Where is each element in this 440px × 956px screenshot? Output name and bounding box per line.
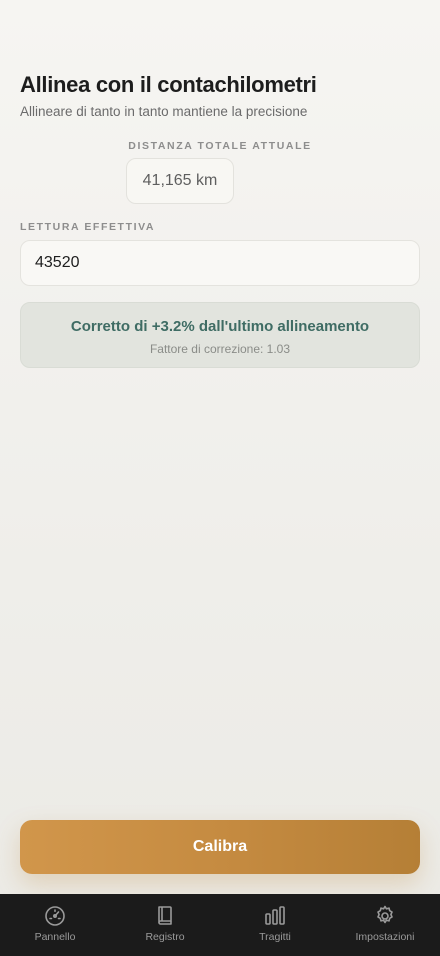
tab-bar: Pannello Registro Tragitti Impostazioni	[0, 894, 440, 956]
correction-info-card: Corretto di +3.2% dall'ultimo allineamen…	[20, 302, 420, 368]
current-distance-label: DISTANZA TOTALE ATTUALE	[128, 140, 312, 152]
calibrate-button[interactable]: Calibra	[20, 820, 420, 874]
correction-factor: Fattore di correzione: 1.03	[149, 342, 291, 356]
tab-label: Tragitti	[259, 931, 291, 943]
correction-message: Corretto di +3.2% dall'ultimo allineamen…	[70, 318, 370, 335]
speedometer-icon	[45, 906, 65, 926]
bar-chart-icon	[265, 906, 285, 925]
tab-impostazioni[interactable]: Impostazioni	[330, 894, 440, 956]
tab-label: Impostazioni	[355, 931, 415, 943]
calibration-screen: Allinea con il contachilometri Allineare…	[0, 0, 440, 956]
tab-label: Pannello	[34, 931, 76, 943]
page-title: Allinea con il contachilometri	[20, 72, 317, 97]
actual-reading-input[interactable]	[20, 240, 420, 286]
actual-reading-label: LETTURA EFFETTIVA	[20, 221, 156, 233]
tab-label: Registro	[145, 931, 185, 943]
gear-icon	[377, 905, 393, 924]
tab-pannello[interactable]: Pannello	[0, 894, 110, 956]
current-distance-value: 41,165 km	[126, 158, 234, 204]
tab-tragitti[interactable]: Tragitti	[220, 894, 330, 956]
book-icon	[158, 906, 172, 925]
page-subtitle: Allineare di tanto in tanto mantiene la …	[20, 104, 308, 119]
tab-registro[interactable]: Registro	[110, 894, 220, 956]
